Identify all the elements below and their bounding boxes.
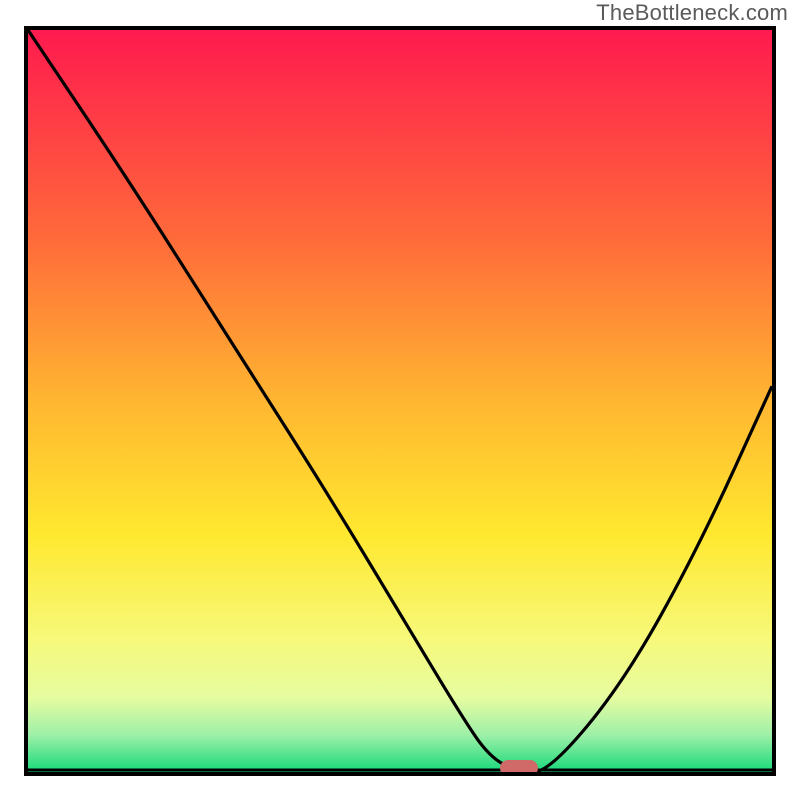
plot-area [24,26,776,776]
optimal-marker [500,760,538,776]
watermark-text: TheBottleneck.com [596,0,788,26]
chart-container: TheBottleneck.com [0,0,800,800]
bottleneck-curve [28,30,772,772]
